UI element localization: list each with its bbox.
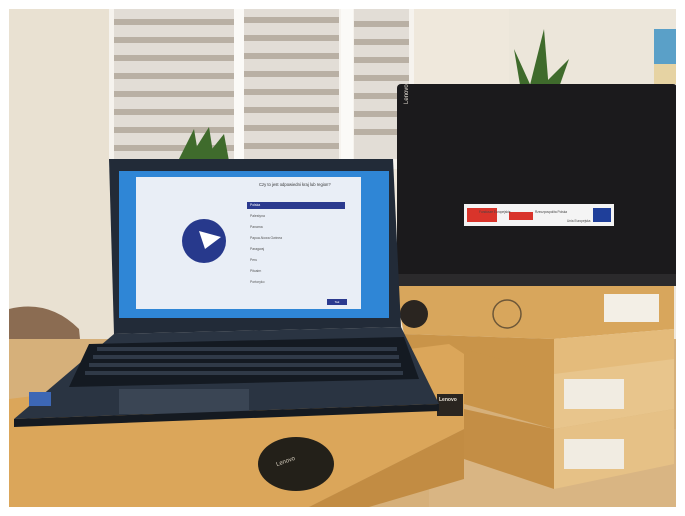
closed-laptop-logo: Lenovo xyxy=(404,84,410,104)
sticker-eu: Unia Europejska xyxy=(567,219,591,223)
sticker-poland: Rzeczpospolita Polska xyxy=(535,210,568,214)
option-panama[interactable]: Panama xyxy=(247,224,345,231)
photo: Czy to jest odpowiedni kraj lub region? … xyxy=(9,9,676,507)
setup-title: Czy to jest odpowiedni kraj lub region? xyxy=(259,182,331,187)
sticker-eu-funds: Fundusze Europejskie xyxy=(479,210,511,214)
option-pitcairn[interactable]: Pitcairn xyxy=(247,268,345,275)
option-paragwaj[interactable]: Paragwaj xyxy=(247,246,345,253)
option-polska[interactable]: Polska xyxy=(247,202,345,209)
option-papua[interactable]: Papua-Nowa Gwinea xyxy=(247,235,345,242)
option-palestyna[interactable]: Palestyna xyxy=(247,213,345,220)
option-portoryko[interactable]: Portoryko xyxy=(247,279,345,286)
window-blinds xyxy=(114,9,409,169)
laptop-screen: Czy to jest odpowiedni kraj lub region? … xyxy=(147,172,362,314)
laptop-brand: Lenovo xyxy=(439,397,457,403)
yes-button[interactable]: Tak xyxy=(327,299,347,305)
option-peru[interactable]: Peru xyxy=(247,257,345,264)
closed-laptop xyxy=(397,84,676,286)
